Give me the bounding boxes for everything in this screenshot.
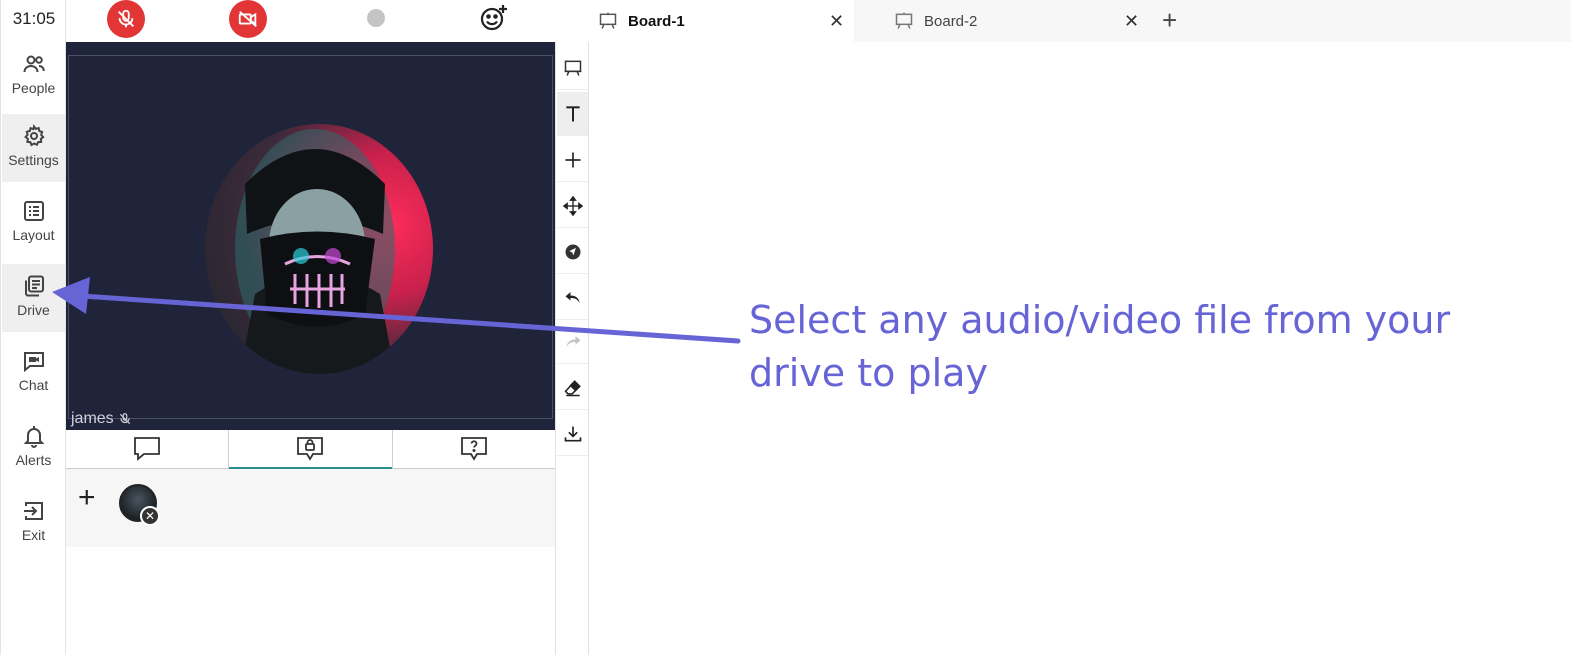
gear-icon: [23, 124, 45, 147]
nav-people[interactable]: People: [2, 42, 65, 110]
download-icon: [564, 426, 581, 441]
add-board-button[interactable]: +: [1162, 6, 1177, 34]
chat-bubble-icon: [134, 437, 161, 461]
nav-exit-label: Exit: [21, 527, 46, 543]
tab-questions[interactable]: [393, 430, 555, 468]
nav-layout[interactable]: Layout: [2, 189, 65, 257]
camera-toggle-button[interactable]: [229, 0, 267, 38]
participant-strip: + ✕: [66, 469, 555, 547]
close-board-2-button[interactable]: ✕: [1124, 11, 1139, 32]
record-dot-icon[interactable]: [367, 9, 385, 27]
tab-board-1[interactable]: Board-1 ✕: [582, 0, 854, 42]
session-timer: 31:05: [12, 9, 56, 28]
undo-icon: [565, 291, 580, 303]
left-nav: 31:05 People Settings Layout Drive Chat …: [0, 0, 66, 655]
drive-icon: [24, 275, 44, 297]
redo-icon: [565, 335, 580, 347]
redo-button[interactable]: [557, 320, 588, 364]
mic-toggle-button[interactable]: [107, 0, 145, 38]
move-tool[interactable]: [557, 184, 588, 228]
chat-video-icon: [23, 352, 44, 373]
nav-drive-label: Drive: [17, 302, 50, 318]
eraser-icon: [563, 379, 581, 396]
annotation-callout: Select any audio/video file from your dr…: [749, 298, 1451, 395]
nav-exit[interactable]: Exit: [2, 489, 65, 557]
video-tile[interactable]: james: [66, 42, 555, 430]
video-frame: james: [68, 55, 553, 427]
nav-alerts-label: Alerts: [15, 452, 52, 468]
video-off-icon: [238, 10, 257, 28]
close-board-1-button[interactable]: ✕: [829, 11, 844, 32]
eraser-tool[interactable]: [557, 366, 588, 410]
nav-layout-label: Layout: [12, 227, 55, 243]
participant-name-label: james: [71, 410, 132, 428]
board-tabs: Board-1 ✕ Board-2 ✕ +: [582, 0, 1571, 42]
undo-button[interactable]: [557, 276, 588, 320]
nav-settings[interactable]: Settings: [2, 114, 65, 182]
presentation-icon: [895, 12, 913, 29]
masked-person-image: [235, 129, 395, 374]
mic-off-icon: [119, 413, 130, 425]
list-icon: [23, 201, 44, 221]
nav-settings-label: Settings: [8, 152, 59, 168]
question-bubble-icon: [460, 437, 487, 461]
download-button[interactable]: [557, 412, 588, 456]
text-icon: [565, 105, 580, 121]
presentation-tool[interactable]: [557, 46, 588, 90]
shape-tool[interactable]: [557, 138, 588, 182]
reaction-button[interactable]: [479, 3, 509, 33]
move-icon: [562, 195, 583, 216]
people-icon: [23, 55, 45, 73]
participant-avatar: [205, 124, 433, 374]
exit-icon: [23, 502, 43, 520]
presentation-icon: [599, 12, 617, 29]
plus-icon: [565, 152, 580, 167]
pointer-icon: [565, 244, 580, 259]
nav-drive[interactable]: Drive: [2, 264, 65, 332]
private-chat-lock-icon: [297, 437, 324, 461]
remove-participant-button[interactable]: ✕: [140, 506, 160, 526]
board-1-label: Board-1: [628, 12, 685, 30]
tab-board-2[interactable]: Board-2 ✕: [854, 0, 1150, 42]
emoji-add-icon: [480, 5, 507, 31]
board-2-label: Board-2: [924, 12, 978, 30]
add-participant-button[interactable]: +: [78, 483, 100, 513]
mic-off-icon: [118, 9, 134, 28]
nav-chat[interactable]: Chat: [2, 339, 65, 407]
nav-people-label: People: [11, 80, 56, 96]
nav-alerts[interactable]: Alerts: [2, 414, 65, 482]
text-tool[interactable]: [557, 92, 588, 136]
bell-icon: [23, 426, 44, 448]
participant-name: james: [71, 410, 114, 427]
pointer-tool[interactable]: [557, 230, 588, 274]
presentation-icon: [564, 60, 581, 76]
meeting-controls: [66, 0, 556, 42]
tab-private-chat[interactable]: [229, 430, 393, 469]
nav-chat-label: Chat: [18, 377, 49, 393]
chat-tabs: [66, 430, 555, 469]
whiteboard-toolbar: [555, 42, 589, 655]
tab-public-chat[interactable]: [66, 430, 230, 468]
